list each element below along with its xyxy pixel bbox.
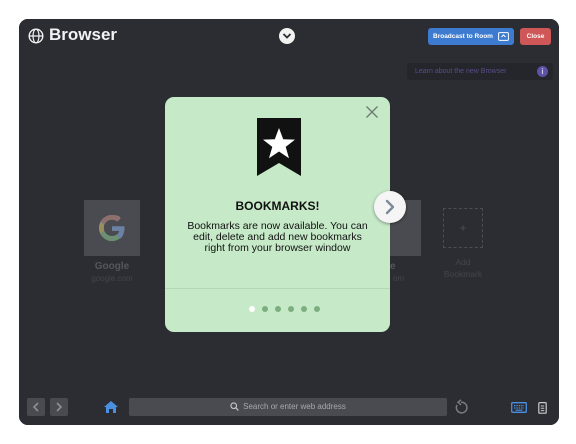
globe-icon (28, 28, 44, 44)
pagination-dot-4[interactable] (288, 306, 294, 312)
bookmark-name: Google (94, 261, 130, 272)
address-bar[interactable]: Search or enter web address (129, 398, 447, 416)
add-bookmark-tile[interactable]: + Add Bookmark (433, 200, 493, 280)
pagination-dot-5[interactable] (301, 306, 307, 312)
reload-icon[interactable] (453, 399, 469, 416)
window-title: Browser (49, 25, 118, 44)
back-button[interactable] (27, 398, 45, 416)
address-placeholder: Search or enter web address (243, 402, 346, 411)
info-icon: i (537, 66, 548, 77)
home-icon[interactable] (103, 400, 119, 414)
next-slide-button[interactable] (374, 191, 406, 223)
broadcast-label: Broadcast to Room (433, 33, 493, 40)
bookmarks-onboarding-modal: BOOKMARKS! Bookmarks are now available. … (165, 97, 390, 332)
broadcast-button[interactable]: Broadcast to Room (428, 28, 514, 45)
keyboard-icon[interactable] (511, 402, 527, 413)
cast-icon (498, 32, 509, 41)
modal-divider (165, 288, 390, 289)
learn-text: Learn about the new Browser (415, 68, 507, 75)
chevron-down-icon[interactable] (279, 28, 295, 44)
close-button[interactable]: Close (520, 28, 551, 45)
search-icon (230, 402, 239, 412)
bookmark-star-icon (257, 118, 301, 176)
chevron-right-icon (385, 199, 395, 215)
modal-title: BOOKMARKS! (235, 199, 320, 213)
bookmark-url: google.com (91, 274, 133, 283)
forward-button[interactable] (50, 398, 68, 416)
google-logo-icon (99, 215, 125, 241)
bottom-toolbar: Search or enter web address (19, 391, 559, 425)
arrow-left-icon (32, 402, 39, 412)
pagination-dot-3[interactable] (275, 306, 281, 312)
arrow-right-icon (56, 402, 63, 412)
pagination-dot-6[interactable] (314, 306, 320, 312)
pagination-dot-1[interactable] (249, 306, 255, 312)
bookmark-thumbnail (84, 200, 140, 256)
clipboard-icon[interactable] (538, 401, 547, 414)
title-bar: Browser Broadcast to Room Close (19, 19, 559, 53)
add-bookmark-label-1: Add (455, 257, 471, 267)
learn-new-browser-link[interactable]: Learn about the new Browser i (407, 63, 553, 80)
pagination-dot-2[interactable] (262, 306, 268, 312)
modal-description: Bookmarks are now available. You can edi… (187, 220, 368, 254)
add-bookmark-label-2: Bookmark (443, 269, 483, 279)
close-icon[interactable] (365, 105, 379, 119)
add-bookmark-box: + (443, 208, 483, 248)
bookmark-tile-google[interactable]: Google google.com (82, 200, 142, 283)
